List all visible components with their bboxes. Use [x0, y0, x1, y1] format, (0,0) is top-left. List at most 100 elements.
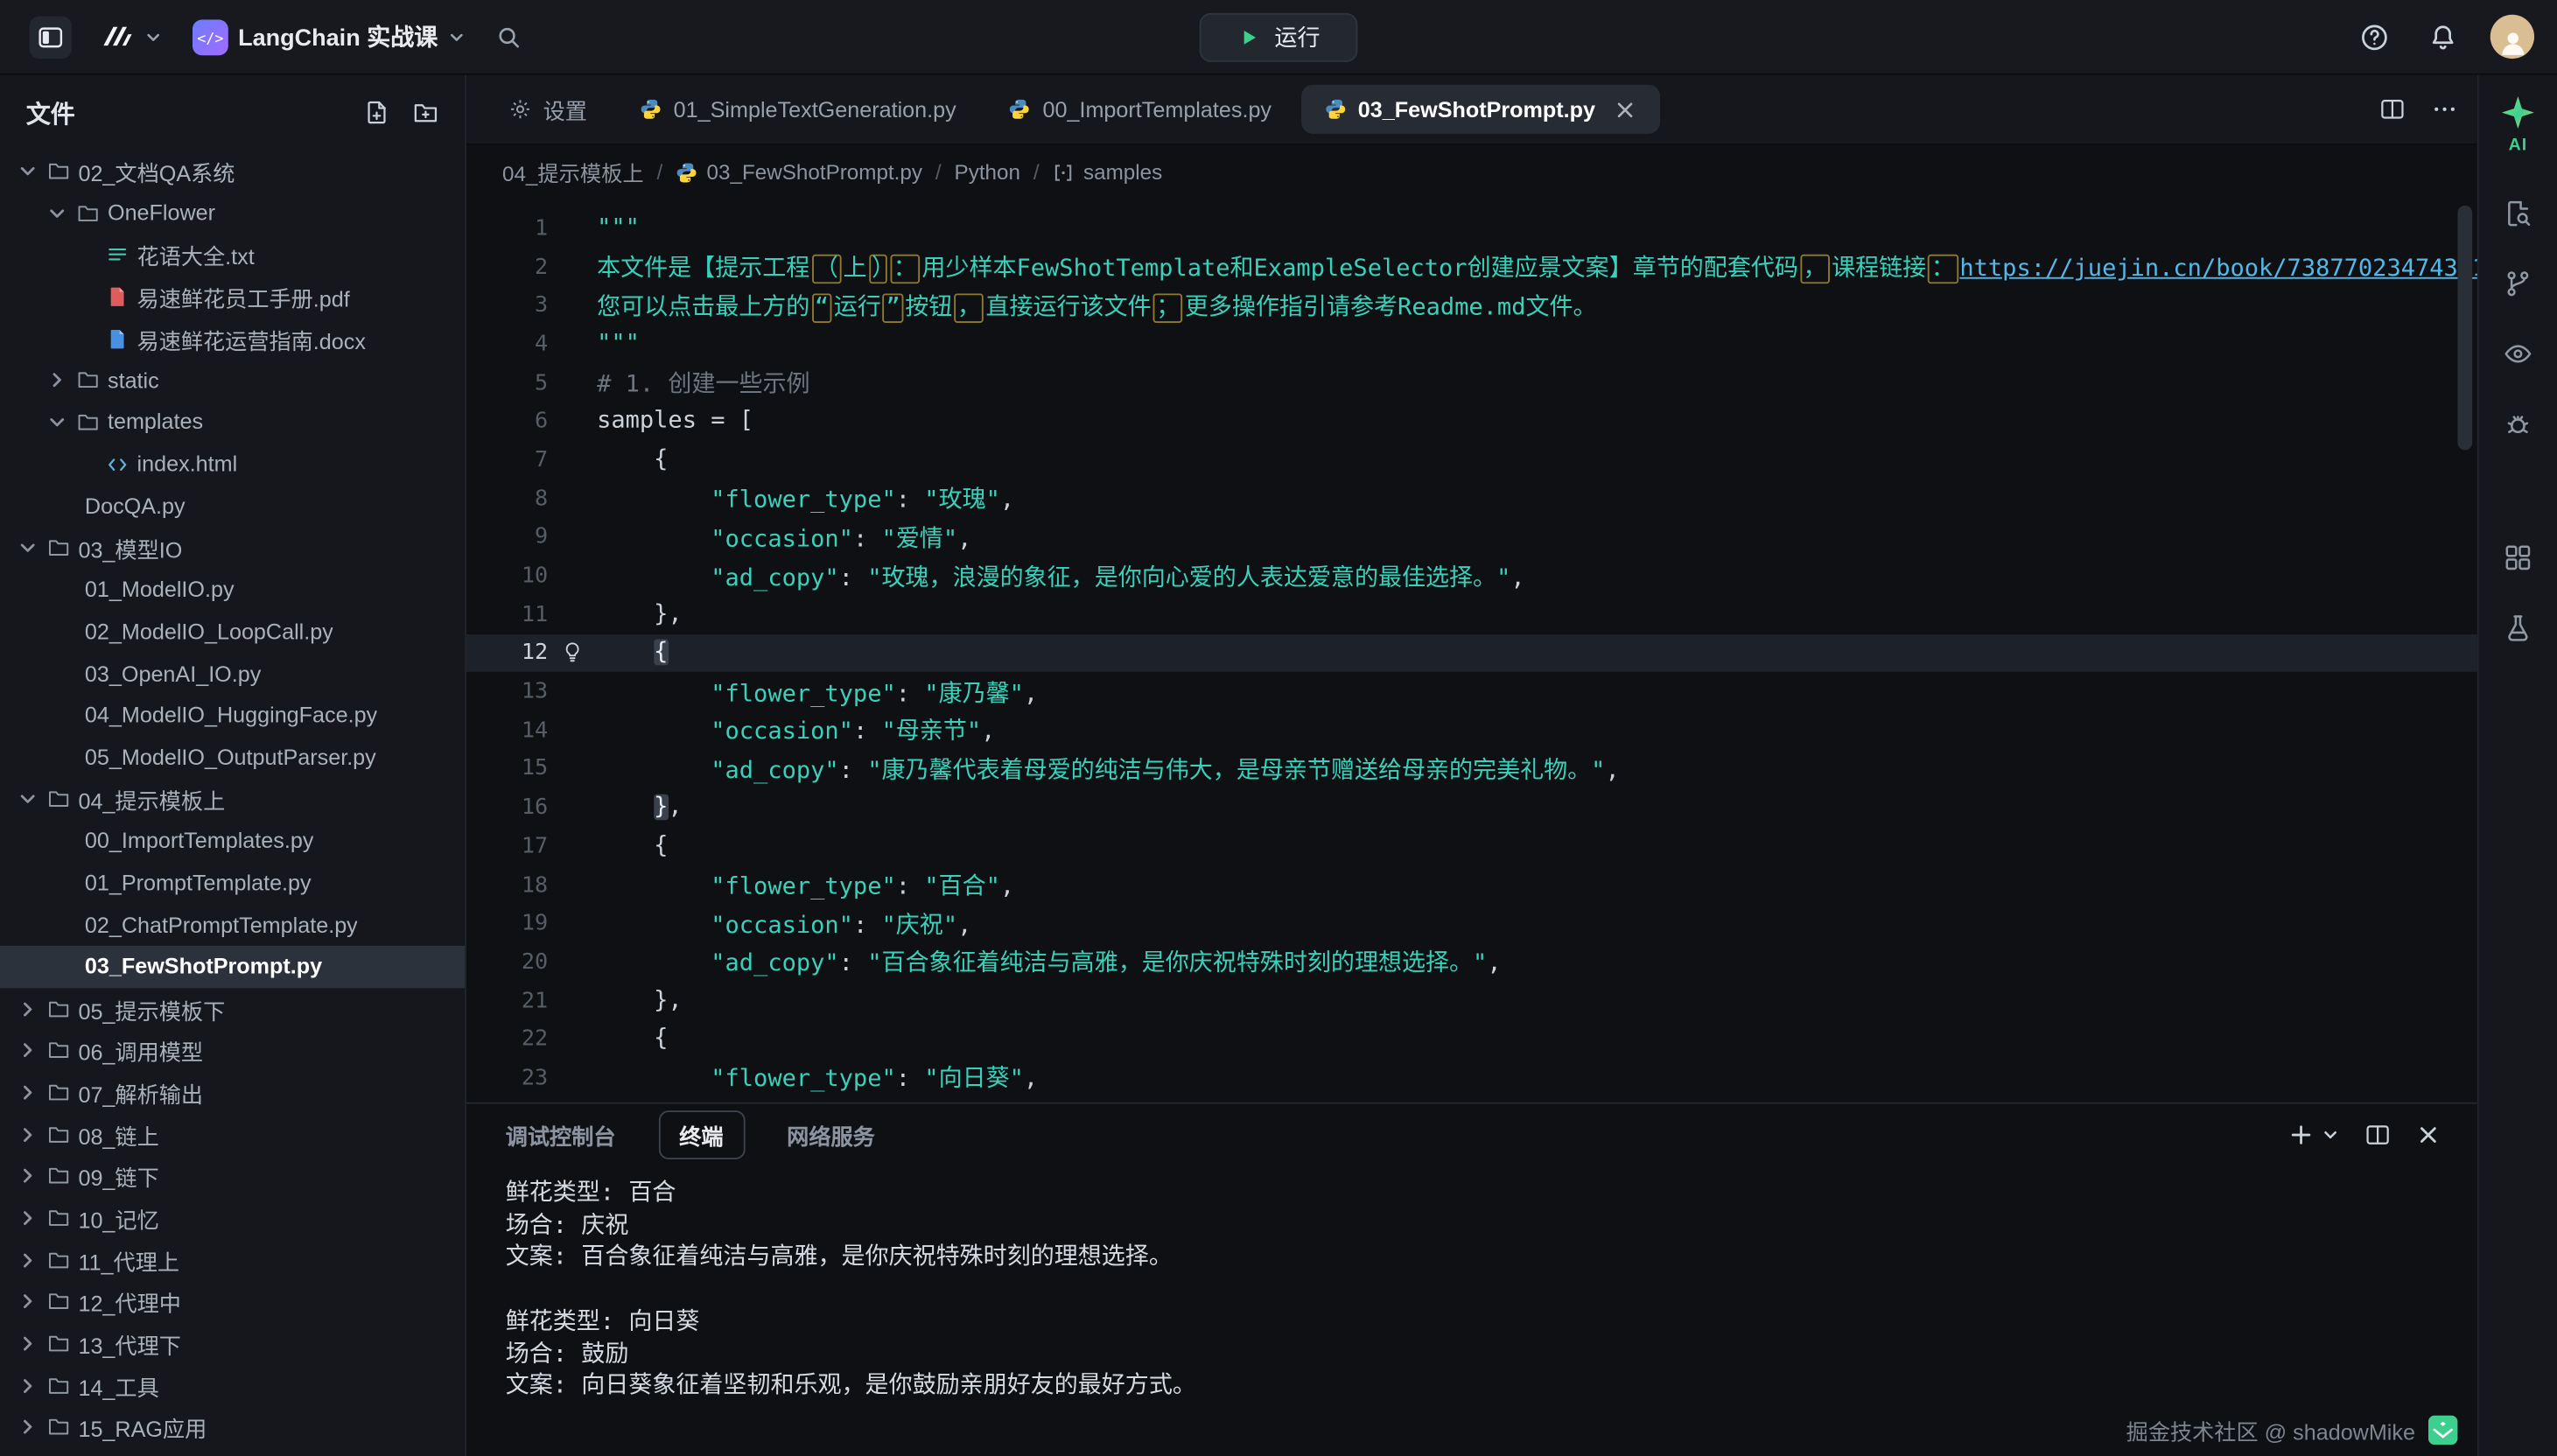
lightbulb-icon[interactable]	[561, 641, 584, 664]
tree-item[interactable]: OneFlower	[0, 192, 465, 234]
code-line[interactable]: 21 },	[466, 981, 2477, 1019]
code-token: ,	[1000, 488, 1014, 514]
tree-item[interactable]: 05_提示模板下	[0, 988, 465, 1030]
code-line[interactable]: 20 "ad_copy": "百合象征着纯洁与高雅，是你庆祝特殊时刻的理想选择。…	[466, 942, 2477, 981]
activity-file-search-button[interactable]	[2500, 196, 2536, 232]
tree-item[interactable]: 02_文档QA系统	[0, 150, 465, 192]
split-editor-button[interactable]	[2379, 96, 2406, 122]
editor-scrollbar[interactable]	[2457, 206, 2472, 451]
code-line[interactable]: 22 {	[466, 1020, 2477, 1059]
tree-item[interactable]: DocQA.py	[0, 485, 465, 527]
code-line[interactable]: 3您可以点击最上方的“运行”按钮，直接运行该文件；更多操作指引请参考Readme…	[466, 286, 2477, 325]
code-line[interactable]: 9 "occasion": "爱情",	[466, 518, 2477, 556]
new-file-button[interactable]	[364, 100, 390, 126]
code-line[interactable]: 2本文件是【提示工程（上）：用少样本FewShotTemplate和Exampl…	[466, 248, 2477, 286]
run-button[interactable]: 运行	[1200, 12, 1358, 61]
user-avatar[interactable]	[2490, 15, 2534, 59]
tree-item[interactable]: 13_代理下	[0, 1323, 465, 1365]
activity-eye-button[interactable]	[2500, 336, 2536, 372]
breadcrumb-item[interactable]: Python	[955, 160, 1020, 185]
panel-tab[interactable]: 网络服务	[783, 1112, 878, 1158]
tree-item[interactable]: index.html	[0, 444, 465, 486]
activity-source-control-button[interactable]	[2500, 266, 2536, 302]
tree-item[interactable]: 易速鲜花员工手册.pdf	[0, 276, 465, 318]
new-folder-button[interactable]	[412, 100, 438, 126]
tree-item[interactable]: 06_调用模型	[0, 1030, 465, 1072]
split-terminal-button[interactable]	[2364, 1122, 2391, 1148]
tree-item[interactable]: 05_ModelIO_OutputParser.py	[0, 737, 465, 779]
more-actions-button[interactable]	[2432, 96, 2458, 122]
code-line[interactable]: 23 "flower_type": "向日葵",	[466, 1059, 2477, 1097]
code-line[interactable]: 12 {	[466, 634, 2477, 672]
tree-item[interactable]: 易速鲜花运营指南.docx	[0, 318, 465, 360]
tree-item[interactable]: 01_PromptTemplate.py	[0, 862, 465, 904]
editor-tab[interactable]: 01_SimpleTextGeneration.py	[616, 85, 978, 134]
editor-tab[interactable]: 03_FewShotPrompt.py	[1301, 85, 1661, 134]
tree-item[interactable]: 11_代理上	[0, 1239, 465, 1281]
tree-item[interactable]: 08_链上	[0, 1113, 465, 1155]
activity-bug-button[interactable]	[2500, 406, 2536, 442]
activity-ai-button[interactable]: AI	[2500, 94, 2536, 155]
tree-item[interactable]: 01_ModelIO.py	[0, 569, 465, 611]
breadcrumb-item[interactable]: 04_提示模板上	[502, 157, 644, 187]
tree-item[interactable]: 00_ImportTemplates.py	[0, 820, 465, 862]
bottom-panel: 调试控制台终端网络服务 鲜花类型: 百合场合: 庆祝文案: 百合象征着纯洁与高雅…	[466, 1102, 2477, 1456]
tree-item[interactable]: 14_工具	[0, 1365, 465, 1407]
close-panel-button[interactable]	[2415, 1122, 2441, 1148]
code-line[interactable]: 16 },	[466, 788, 2477, 827]
code-token: ）	[868, 255, 886, 284]
code-line[interactable]: 14 "occasion": "母亲节",	[466, 710, 2477, 749]
code-line[interactable]: 10 "ad_copy": "玫瑰，浪漫的象征，是你向心爱的人表达爱意的最佳选择…	[466, 556, 2477, 595]
tree-item-label: 花语大全.txt	[137, 238, 255, 270]
editor-tab[interactable]: 设置	[486, 85, 610, 134]
close-tab-icon[interactable]	[1614, 97, 1638, 122]
terminal-output[interactable]: 鲜花类型: 百合场合: 庆祝文案: 百合象征着纯洁与高雅，是你庆祝特殊时刻的理想…	[466, 1166, 2477, 1456]
code-text: 您可以点击最上方的“运行”按钮，直接运行该文件；更多操作指引请参考Readme.…	[597, 288, 2477, 322]
code-line[interactable]: 11 },	[466, 595, 2477, 634]
breadcrumb-item[interactable]: 03_FewShotPrompt.py	[676, 160, 922, 185]
tree-item[interactable]: 02_ChatPromptTemplate.py	[0, 904, 465, 946]
tree-item[interactable]: templates	[0, 402, 465, 444]
sidebar-toggle-button[interactable]	[23, 9, 78, 64]
new-terminal-button[interactable]	[2288, 1122, 2315, 1148]
tree-item[interactable]: 15_RAG应用	[0, 1407, 465, 1449]
panel-tab[interactable]: 终端	[658, 1110, 745, 1159]
project-switcher[interactable]: </> LangChain 实战课	[186, 12, 473, 61]
code-line[interactable]: 4"""	[466, 325, 2477, 363]
panel-tab[interactable]: 调试控制台	[502, 1112, 619, 1158]
code-line[interactable]: 18 "flower_type": "百合",	[466, 865, 2477, 904]
tree-item[interactable]: 03_模型IO	[0, 527, 465, 569]
tree-item[interactable]: 04_提示模板上	[0, 779, 465, 821]
editor-tab[interactable]: 00_ImportTemplates.py	[985, 85, 1294, 134]
activity-flask-button[interactable]	[2500, 610, 2536, 646]
code-editor[interactable]: 1"""2本文件是【提示工程（上）：用少样本FewShotTemplate和Ex…	[466, 199, 2477, 1102]
tree-item[interactable]: 09_链下	[0, 1155, 465, 1197]
activity-extensions-button[interactable]	[2500, 540, 2536, 576]
tree-item[interactable]: 03_OpenAI_IO.py	[0, 653, 465, 695]
code-line[interactable]: 17 {	[466, 827, 2477, 865]
tree-item[interactable]: static	[0, 360, 465, 402]
code-line[interactable]: 1"""	[466, 209, 2477, 248]
tree-item[interactable]: 04_ModelIO_HuggingFace.py	[0, 695, 465, 737]
tree-item[interactable]: 07_解析输出	[0, 1072, 465, 1114]
code-line[interactable]: 5# 1. 创建一些示例	[466, 363, 2477, 402]
search-button[interactable]	[490, 18, 529, 57]
code-line[interactable]: 6samples = [	[466, 402, 2477, 440]
code-token: }	[654, 794, 668, 821]
code-line[interactable]: 13 "flower_type": "康乃馨",	[466, 672, 2477, 710]
breadcrumb-item[interactable]: samples	[1053, 160, 1163, 185]
app-logo-button[interactable]	[95, 14, 170, 60]
tree-item[interactable]: 花语大全.txt	[0, 234, 465, 276]
code-line[interactable]: 8 "flower_type": "玫瑰",	[466, 480, 2477, 518]
code-link[interactable]: https://juejin.cn/book/73877023474361303…	[1959, 256, 2476, 283]
tree-item[interactable]: 03_FewShotPrompt.py	[0, 946, 465, 988]
code-line[interactable]: 7 {	[466, 440, 2477, 479]
code-line[interactable]: 19 "occasion": "庆祝",	[466, 904, 2477, 942]
tree-item[interactable]: 12_代理中	[0, 1281, 465, 1323]
tree-item[interactable]: 10_记忆	[0, 1197, 465, 1239]
notifications-button[interactable]	[2421, 16, 2463, 58]
tree-item[interactable]: 02_ModelIO_LoopCall.py	[0, 611, 465, 653]
help-button[interactable]	[2353, 16, 2395, 58]
code-line[interactable]: 15 "ad_copy": "康乃馨代表着母爱的纯洁与伟大，是母亲节赠送给母亲的…	[466, 750, 2477, 788]
terminal-type-dropdown[interactable]	[2321, 1125, 2340, 1144]
